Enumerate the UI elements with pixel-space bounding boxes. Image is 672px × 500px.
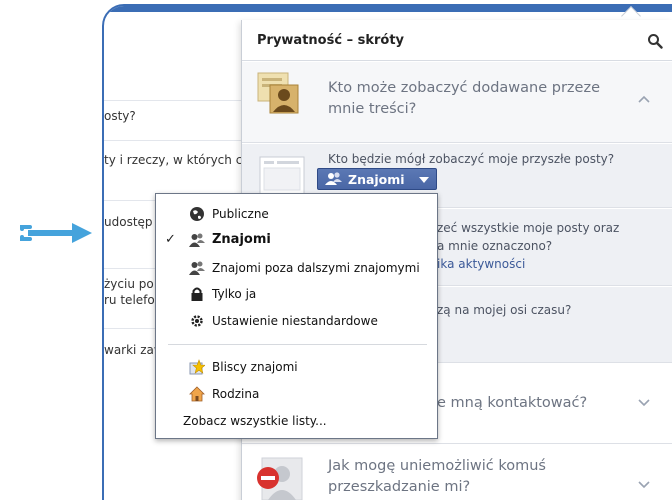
panel-header: Prywatność – skróty [242, 20, 672, 61]
menu-separator [168, 344, 427, 345]
friends-icon [325, 172, 342, 185]
chevron-down-icon[interactable] [638, 399, 650, 407]
post-preview-icon [259, 156, 305, 196]
background-row-text: ty i rzeczy, w których c [104, 153, 243, 167]
menu-item-public[interactable]: Publiczne [156, 202, 437, 226]
menu-item-label: Bliscy znajomi [212, 360, 298, 374]
blocked-user-icon [257, 457, 303, 500]
menu-item-label: Publiczne [212, 207, 269, 221]
chevron-down-icon[interactable] [638, 481, 650, 489]
menu-item-label: Znajomi poza dalszymi znajomymi [212, 261, 420, 275]
window-top-border [104, 6, 672, 12]
background-row: osty? [104, 100, 244, 140]
section-block-header[interactable]: Jak mogę uniemożliwić komuś przeszkadzan… [242, 445, 672, 500]
background-row-text: ru telefo [104, 293, 155, 307]
pointer-arrow-icon [20, 223, 92, 243]
menu-item-family[interactable]: Rodzina [156, 382, 437, 406]
section-who-can-see-header[interactable]: Kto może zobaczyć dodawane przeze mnie t… [242, 62, 672, 143]
activity-log-text-line1: zeć wszystkie moje posty oraz [437, 221, 620, 235]
section-contact-title: e mną kontaktować? [437, 395, 588, 411]
chevron-up-icon[interactable] [638, 95, 650, 103]
audience-selector-label: Znajomi [348, 172, 405, 187]
timeline-question: zą na mojej osi czasu? [437, 303, 572, 317]
friends-icon [189, 233, 205, 247]
future-posts-question: Kto będzie mógł zobaczyć moje przyszłe p… [328, 152, 615, 166]
menu-item-friends-except-acquaintances[interactable]: Znajomi poza dalszymi znajomymi [156, 256, 437, 280]
menu-item-close-friends[interactable]: Bliscy znajomi [156, 355, 437, 379]
activity-log-link[interactable]: ika aktywności [437, 255, 525, 273]
menu-item-label: Rodzina [212, 387, 260, 401]
menu-item-label: Tylko ja [212, 287, 257, 301]
menu-item-only-me[interactable]: Tylko ja [156, 282, 437, 306]
background-row-text: osty? [104, 109, 136, 123]
see-all-lists-label: Zobacz wszystkie listy... [183, 414, 327, 428]
section-who-can-see-title-line2: mnie treści? [328, 101, 417, 117]
background-row-text: życiu po [104, 277, 154, 291]
menu-item-custom[interactable]: Ustawienie niestandardowe [156, 309, 437, 333]
screenshot-stage: { "background_page": { "rows": [ {"text"… [0, 0, 672, 500]
gear-icon [191, 315, 203, 327]
section-who-can-see-title-line1: Kto może zobaczyć dodawane przeze [328, 80, 600, 96]
activity-log-text-line2: a mnie oznaczono? [437, 239, 553, 253]
search-icon[interactable] [647, 33, 663, 49]
caret-down-icon [419, 177, 429, 183]
background-row: ty i rzeczy, w których c [104, 140, 244, 190]
menu-item-label: Ustawienie niestandardowe [212, 314, 378, 328]
checkmark-icon: ✓ [165, 232, 176, 247]
star-icon [189, 359, 205, 375]
section-block-title-line2: przeszkadzanie mi? [328, 479, 471, 495]
globe-icon [190, 207, 204, 221]
menu-item-friends[interactable]: ✓ Znajomi [156, 228, 437, 252]
audience-dropdown-menu: Publiczne ✓ Znajomi Znajomi poza dalszym… [155, 193, 438, 439]
section-block-title-line1: Jak mogę uniemożliwić komuś [328, 458, 546, 474]
audience-selector-button[interactable]: Znajomi [317, 168, 437, 190]
profile-photos-icon [257, 72, 299, 114]
menu-item-see-all-lists[interactable]: Zobacz wszystkie listy... [156, 409, 437, 433]
lock-icon [191, 287, 203, 301]
panel-title: Prywatność – skróty [257, 33, 405, 48]
friends-icon [189, 261, 205, 275]
background-row-text: udostęp [104, 215, 153, 229]
house-icon [189, 386, 205, 402]
menu-item-label: Znajomi [212, 232, 271, 247]
